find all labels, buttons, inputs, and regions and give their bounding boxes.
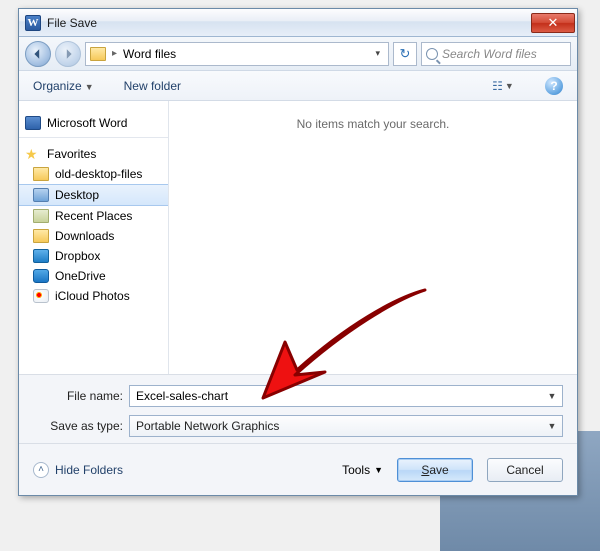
organize-menu[interactable]: Organize▼ [33, 79, 94, 93]
save-button[interactable]: Save [397, 458, 473, 482]
search-placeholder: Search Word files [442, 47, 537, 61]
dialog-title: File Save [47, 16, 97, 30]
sidebar: Microsoft Word ★ Favorites old-desktop-f… [19, 101, 169, 374]
sidebar-item-onedrive[interactable]: OneDrive [19, 266, 168, 286]
help-button[interactable]: ? [545, 77, 563, 95]
file-save-dialog: W File Save ✕ ▸ Word files ▾ ↻ Search Wo… [18, 8, 578, 496]
sidebar-item-downloads[interactable]: Downloads [19, 226, 168, 246]
hide-folders-toggle[interactable]: ˄ Hide Folders [33, 462, 123, 478]
view-options-button[interactable]: ☷▼ [491, 76, 515, 96]
toolbar: Organize▼ New folder ☷▼ ? [19, 71, 577, 101]
sidebar-item-dropbox[interactable]: Dropbox [19, 246, 168, 266]
chevron-right-icon: ▸ [112, 48, 117, 59]
breadcrumb-current: Word files [123, 47, 176, 61]
filename-label: File name: [67, 389, 123, 403]
folder-icon [33, 167, 49, 181]
folder-icon [33, 229, 49, 243]
sidebar-item-desktop[interactable]: Desktop [19, 184, 168, 206]
dropbox-icon [33, 249, 49, 263]
refresh-button[interactable]: ↻ [393, 42, 417, 66]
close-button[interactable]: ✕ [531, 13, 575, 33]
filename-input[interactable] [129, 385, 563, 407]
breadcrumb-dropdown-icon[interactable]: ▾ [371, 48, 384, 59]
onedrive-icon [33, 269, 49, 283]
sidebar-app[interactable]: Microsoft Word [19, 113, 168, 133]
search-input[interactable]: Search Word files [421, 42, 571, 66]
breadcrumb[interactable]: ▸ Word files ▾ [85, 42, 389, 66]
filename-dropdown-icon[interactable]: ▼ [543, 387, 561, 405]
new-folder-button[interactable]: New folder [124, 79, 181, 93]
nav-row: ▸ Word files ▾ ↻ Search Word files [19, 37, 577, 71]
fields: File name: ▼ Save as type: Portable Netw… [19, 374, 577, 443]
footer: ˄ Hide Folders Tools▼ Save Cancel [19, 443, 577, 495]
icloud-icon [33, 289, 49, 303]
forward-button[interactable] [55, 41, 81, 67]
star-icon: ★ [25, 147, 41, 161]
desktop-icon [33, 188, 49, 202]
savetype-dropdown-icon[interactable]: ▼ [543, 417, 561, 435]
savetype-label: Save as type: [50, 419, 123, 433]
back-button[interactable] [25, 41, 51, 67]
folder-icon [90, 47, 106, 61]
chevron-up-icon: ˄ [33, 462, 49, 478]
sidebar-item-old-desktop[interactable]: old-desktop-files [19, 164, 168, 184]
sidebar-item-icloud[interactable]: iCloud Photos [19, 286, 168, 306]
word-icon [25, 116, 41, 130]
content-pane[interactable]: No items match your search. [169, 101, 577, 374]
titlebar[interactable]: W File Save ✕ [19, 9, 577, 37]
recent-icon [33, 209, 49, 223]
tools-menu[interactable]: Tools▼ [342, 463, 383, 477]
sidebar-favorites-header[interactable]: ★ Favorites [19, 144, 168, 164]
cancel-button[interactable]: Cancel [487, 458, 563, 482]
savetype-select[interactable]: Portable Network Graphics [129, 415, 563, 437]
empty-message: No items match your search. [297, 117, 450, 131]
sidebar-item-recent[interactable]: Recent Places [19, 206, 168, 226]
word-app-icon: W [25, 15, 41, 31]
search-icon [426, 48, 438, 60]
